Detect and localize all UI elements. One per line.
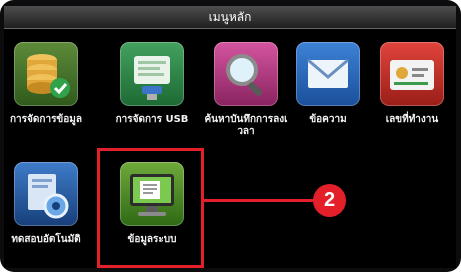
menu-item-label: การจัดการ USB [115, 114, 189, 125]
device-frame: เมนูหลัก การจัดการข้อมูล การจัดการ USB ค… [0, 0, 461, 272]
usb-document-icon [120, 42, 184, 106]
magnifier-search-icon [214, 42, 278, 106]
menu-item-label: ข้อความ [309, 114, 347, 125]
autotest-icon [14, 162, 78, 226]
menu-item-auto-test[interactable]: ทดสอบอัตโนมัติ [4, 152, 88, 264]
window-title: เมนูหลัก [208, 9, 252, 24]
callout-line [204, 199, 316, 202]
envelope-icon [296, 42, 360, 106]
id-card-icon [380, 42, 444, 106]
menu-item-work-code[interactable]: เลขที่ทำงาน [370, 32, 454, 144]
menu-item-label: การจัดการข้อมูล [10, 114, 82, 125]
window-title-bar: เมนูหลัก [4, 6, 456, 29]
menu-item-label: เลขที่ทำงาน [385, 114, 439, 125]
menu-item-usb-management[interactable]: การจัดการ USB [110, 32, 194, 144]
menu-item-label: ทดสอบอัตโนมัติ [11, 234, 81, 245]
menu-item-messages[interactable]: ข้อความ [286, 32, 370, 144]
menu-item-search-attendance[interactable]: ค้นหาบันทึกการลงเวลา [204, 32, 288, 144]
menu-item-label: ค้นหาบันทึกการลงเวลา [204, 114, 288, 137]
callout-badge: 2 [313, 184, 346, 217]
device-screen: เมนูหลัก การจัดการข้อมูล การจัดการ USB ค… [4, 6, 456, 268]
menu-item-data-management[interactable]: การจัดการข้อมูล [4, 32, 88, 144]
highlight-box [97, 148, 204, 268]
database-check-icon [14, 42, 78, 106]
